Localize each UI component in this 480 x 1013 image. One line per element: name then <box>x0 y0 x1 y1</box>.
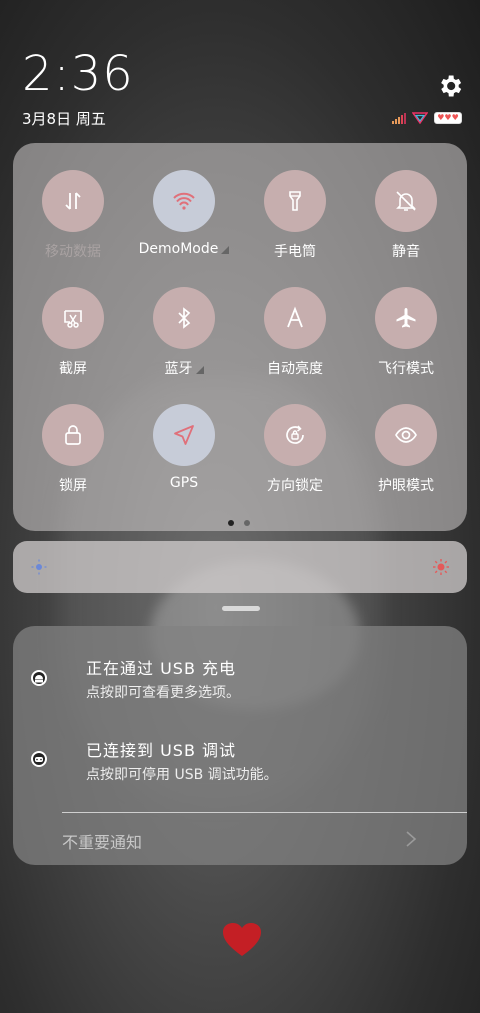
gear-icon[interactable] <box>436 72 464 100</box>
drag-handle[interactable] <box>222 606 260 611</box>
toggle-button[interactable] <box>264 404 326 466</box>
notification-title[interactable]: 正在通过 USB 充电 <box>86 655 236 679</box>
battery-hearts: ♥♥♥ <box>437 113 459 122</box>
wifi-status-icon <box>412 112 428 124</box>
clock[interactable]: 2:36 <box>22 46 134 102</box>
toggle-label-text: 移动数据 <box>45 244 101 260</box>
toggle-label: 截屏 <box>18 358 128 378</box>
toggle-button[interactable] <box>375 170 437 232</box>
screenshot-icon <box>64 310 82 328</box>
toggle-button[interactable] <box>153 404 215 466</box>
toggle-button[interactable] <box>153 287 215 349</box>
toggle-label-text: 飞行模式 <box>378 361 434 377</box>
sun-dim-icon <box>31 559 47 575</box>
status-bar-icons: ♥♥♥ <box>392 110 462 124</box>
toggle-button[interactable] <box>42 287 104 349</box>
eye-icon <box>395 427 417 443</box>
toggle-tile[interactable]: 手电筒 <box>240 170 350 261</box>
toggle-label: 自动亮度 <box>240 358 350 378</box>
toggle-label-text: 自动亮度 <box>267 361 323 377</box>
toggle-label-text: 截屏 <box>59 361 87 377</box>
toggle-label: 蓝牙 <box>129 358 239 378</box>
toggle-label: DemoMode <box>129 241 239 257</box>
android-icon <box>31 670 47 686</box>
lock-icon <box>65 425 81 445</box>
toggle-tile[interactable]: GPS <box>129 404 239 491</box>
toggle-label: 锁屏 <box>18 475 128 495</box>
toggle-button[interactable] <box>42 170 104 232</box>
page-dot <box>244 520 250 526</box>
toggle-label: 飞行模式 <box>351 358 461 378</box>
toggle-tile[interactable]: 方向锁定 <box>240 404 350 495</box>
toggle-label-text: DemoMode <box>138 241 219 257</box>
toggle-tile[interactable]: 锁屏 <box>18 404 128 495</box>
flashlight-icon <box>289 191 301 211</box>
toggle-tile[interactable]: 飞行模式 <box>351 287 461 378</box>
toggle-label-text: 手电筒 <box>274 244 316 260</box>
heart-icon <box>223 923 261 956</box>
mute-bell-icon <box>396 191 416 211</box>
toggle-label: 护眼模式 <box>351 475 461 495</box>
toggle-tile[interactable]: 静音 <box>351 170 461 261</box>
toggle-button[interactable] <box>153 170 215 232</box>
toggle-label: GPS <box>129 475 239 491</box>
toggle-tile[interactable]: DemoMode <box>129 170 239 257</box>
toggle-label: 移动数据 <box>18 241 128 261</box>
airplane-icon <box>396 308 416 328</box>
divider <box>62 812 467 813</box>
toggle-label-text: 静音 <box>392 244 420 260</box>
notification-subtitle[interactable]: 点按即可停用 USB 调试功能。 <box>86 764 278 784</box>
toggle-button[interactable] <box>264 170 326 232</box>
wifi-icon <box>173 192 195 210</box>
toggle-label-text: 护眼模式 <box>378 478 434 494</box>
toggle-button[interactable] <box>42 404 104 466</box>
gps-icon <box>174 425 194 445</box>
page-indicator <box>228 520 250 526</box>
notification-title[interactable]: 已连接到 USB 调试 <box>86 737 236 761</box>
toggle-tile[interactable]: 自动亮度 <box>240 287 350 378</box>
unimportant-notifications-link[interactable]: 不重要通知 <box>62 829 142 853</box>
notification-subtitle[interactable]: 点按即可查看更多选项。 <box>86 682 240 702</box>
battery-icon: ♥♥♥ <box>434 112 462 124</box>
toggle-tile[interactable]: 护眼模式 <box>351 404 461 495</box>
toggle-tile[interactable]: 截屏 <box>18 287 128 378</box>
mobile-data-icon <box>65 192 81 210</box>
toggle-button[interactable] <box>264 287 326 349</box>
expand-triangle-icon[interactable] <box>195 366 204 374</box>
sun-bright-icon <box>433 559 449 575</box>
toggle-label-text: GPS <box>169 475 199 491</box>
toggle-label-text: 蓝牙 <box>164 361 193 377</box>
toggle-label: 静音 <box>351 241 461 261</box>
toggle-label-text: 锁屏 <box>59 478 87 494</box>
auto-brightness-icon <box>287 306 303 328</box>
chevron-right-icon[interactable] <box>404 830 418 848</box>
toggle-tile[interactable]: 移动数据 <box>18 170 128 261</box>
toggle-button[interactable] <box>375 287 437 349</box>
rotation-lock-icon <box>286 425 304 444</box>
toggle-label: 手电筒 <box>240 241 350 261</box>
toggle-label: 方向锁定 <box>240 475 350 495</box>
toggle-label-text: 方向锁定 <box>267 478 323 494</box>
toggle-tile[interactable]: 蓝牙 <box>129 287 239 378</box>
date[interactable]: 3月8日 周五 <box>22 108 106 129</box>
bluetooth-icon <box>178 307 191 329</box>
brightness-slider[interactable] <box>13 541 467 593</box>
signal-icon <box>392 112 406 124</box>
page-dot-active <box>228 520 234 526</box>
android-debug-icon <box>31 751 47 767</box>
toggle-button[interactable] <box>375 404 437 466</box>
expand-triangle-icon[interactable] <box>221 246 230 254</box>
